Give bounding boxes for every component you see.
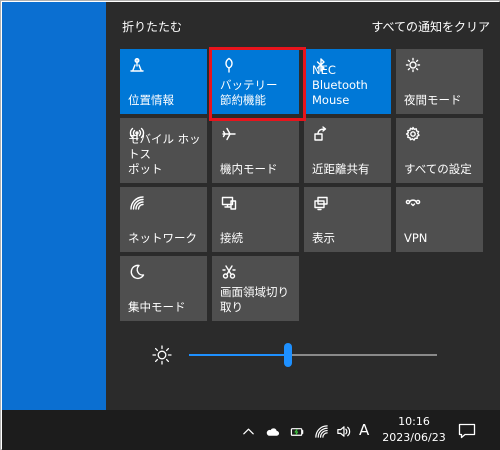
tile-project[interactable]: 表示 [304, 187, 391, 252]
volume-icon[interactable] [334, 422, 352, 440]
brightness-sun-icon [151, 344, 173, 366]
tile-label: 近距離共有 [312, 162, 370, 176]
tile-label: モバイル ホットス ポット [128, 132, 201, 176]
night-light-icon [404, 56, 422, 74]
notification-center-icon[interactable] [458, 422, 476, 440]
tile-nearby-share[interactable]: 近距離共有 [304, 118, 391, 183]
screen-frame: 折りたたむ すべての通知をクリア 位置情報 バッテリー 節約機能 NEC Blu… [0, 0, 500, 450]
tile-screen-snip[interactable]: 画面領域切り取り [212, 256, 299, 321]
connect-icon [220, 194, 238, 212]
tile-label: バッテリー 節約機能 [220, 78, 278, 107]
tile-airplane-mode[interactable]: 機内モード [212, 118, 299, 183]
tile-bluetooth[interactable]: NEC Bluetooth Mouse [304, 49, 391, 114]
settings-gear-icon [404, 125, 422, 143]
tile-label: 集中モード [128, 300, 186, 314]
tile-label: 夜間モード [404, 93, 462, 107]
battery-charging-icon[interactable] [288, 422, 306, 440]
tile-label: すべての設定 [404, 162, 472, 176]
nearby-share-icon [312, 125, 330, 143]
network-icon [128, 194, 146, 212]
clock[interactable]: 10:16 2023/06/23 [380, 414, 448, 446]
tile-vpn[interactable]: VPN [396, 187, 483, 252]
tile-label: VPN [404, 231, 428, 245]
wifi-icon[interactable] [312, 422, 330, 440]
tile-all-settings[interactable]: すべての設定 [396, 118, 483, 183]
vpn-icon [404, 194, 422, 212]
tile-night-light[interactable]: 夜間モード [396, 49, 483, 114]
collapse-link[interactable]: 折りたたむ [122, 18, 182, 35]
location-icon [128, 56, 146, 74]
tile-label: ネットワーク [128, 231, 197, 245]
tile-battery-saver[interactable]: バッテリー 節約機能 [212, 49, 299, 114]
desktop-background [2, 2, 106, 410]
clock-date: 2023/06/23 [382, 431, 446, 444]
tile-mobile-hotspot[interactable]: モバイル ホットス ポット [120, 118, 207, 183]
tile-location[interactable]: 位置情報 [120, 49, 207, 114]
clock-time: 10:16 [398, 415, 430, 428]
project-icon [312, 194, 330, 212]
focus-moon-icon [128, 263, 146, 281]
tile-label: 接続 [220, 231, 243, 245]
tile-label: 画面領域切り取り [220, 285, 289, 314]
airplane-icon [220, 125, 238, 143]
brightness-slider-fill [189, 354, 289, 356]
tile-label: 位置情報 [128, 93, 174, 107]
tile-label: NEC Bluetooth Mouse [312, 63, 368, 107]
tile-network[interactable]: ネットワーク [120, 187, 207, 252]
brightness-slider-track[interactable] [189, 343, 437, 367]
battery-saver-icon [220, 56, 238, 74]
onedrive-cloud-icon[interactable] [263, 422, 281, 440]
ime-mode-indicator[interactable]: A [359, 421, 369, 439]
brightness-slider-thumb[interactable] [284, 343, 293, 367]
tile-label: 機内モード [220, 162, 278, 176]
snip-icon [220, 263, 238, 281]
taskbar: A 10:16 2023/06/23 [2, 410, 500, 450]
tile-label: 表示 [312, 231, 335, 245]
tile-connect[interactable]: 接続 [212, 187, 299, 252]
chevron-up-icon[interactable] [239, 422, 257, 440]
tile-focus-assist[interactable]: 集中モード [120, 256, 207, 321]
clear-all-notifications-link[interactable]: すべての通知をクリア [371, 18, 490, 35]
